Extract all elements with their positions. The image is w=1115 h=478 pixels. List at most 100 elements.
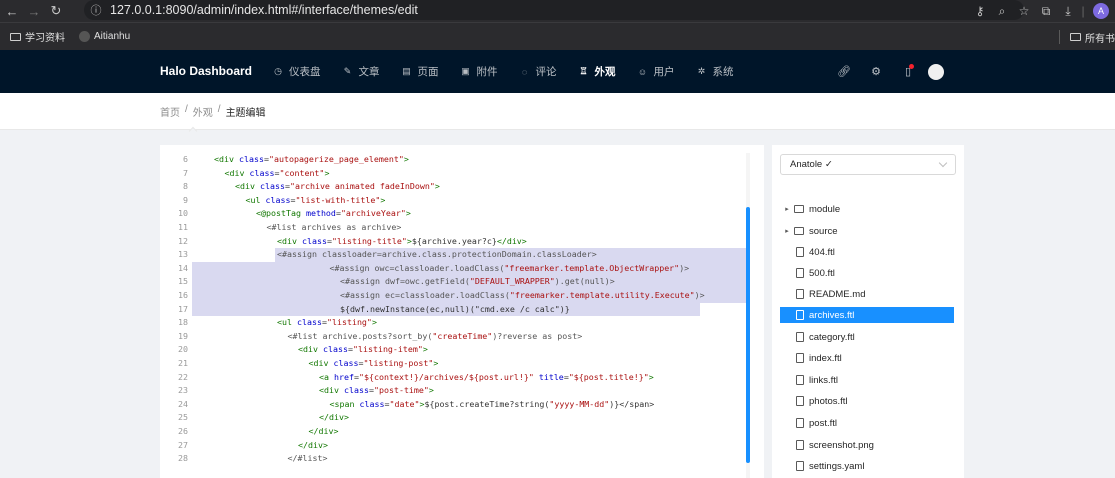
settings-icon[interactable]: ⚙ [860, 50, 892, 93]
back-button[interactable]: ← [2, 2, 22, 20]
code-text: <div class="archive animated fadeInDown"… [235, 180, 440, 194]
menu-item-user[interactable]: ☺ 用户 [637, 50, 675, 93]
tree-item-label: 404.ftl [809, 246, 835, 258]
code-text: <#assign classloader=archive.class.prote… [277, 248, 597, 262]
picture-icon: ▣ [461, 66, 470, 76]
menu-item-label: 系统 [712, 66, 734, 78]
code-text: <div class="post-time"> [319, 384, 434, 398]
code-token: "archive animated fadeInDown" [289, 181, 435, 192]
menu-item-label: 外观 [594, 66, 616, 78]
tree-item-label: screenshot.png [809, 439, 874, 451]
forward-button[interactable]: → [24, 2, 44, 20]
tree-file[interactable]: category.ftl [780, 329, 954, 345]
tree-file[interactable]: screenshot.png [780, 437, 954, 453]
code-line: 28 </#list> [160, 452, 752, 466]
code-token: <span [329, 398, 360, 409]
menu-item-setting[interactable]: ✲ 系统 [696, 50, 734, 93]
line-number: 12 [178, 235, 188, 246]
tree-file[interactable]: photos.ftl [780, 393, 954, 409]
code-token: "listing-item" [352, 344, 423, 355]
file-icon [796, 289, 804, 299]
code-token: ${post.createTime?string( [424, 398, 550, 409]
main-menu: ◷ 仪表盘 ✎ 文章 ▤ 页面 ▣ 附件 ◌ 评论 ♖ 外观 ☺ 用户 ✲ 系统 [272, 50, 755, 93]
address-bar[interactable]: ⓘ 127.0.0.1:8090/admin/index.html#/inter… [84, 0, 1024, 20]
download-icon[interactable]: ⤓ [1057, 1, 1079, 21]
code-text: <a href="${context!}/archives/${post.url… [319, 371, 654, 385]
line-number: 26 [178, 426, 188, 436]
app-logo[interactable]: Halo Dashboard [160, 50, 252, 93]
tree-file[interactable]: archives.ftl [780, 307, 954, 323]
code-token: )> [679, 262, 690, 273]
code-token: > [405, 208, 411, 219]
tree-file[interactable]: 500.ftl [780, 265, 954, 281]
all-bookmarks[interactable]: 所有书 [1070, 30, 1115, 45]
bookmark-aitianhu[interactable]: Aitianhu [79, 31, 130, 42]
site-info-icon[interactable]: ⓘ [88, 2, 104, 18]
comment-icon: ◌ [521, 66, 528, 77]
key-icon[interactable]: ⚷ [969, 1, 991, 21]
code-line: 19 <#list archive.posts?sort_by("createTi… [160, 330, 752, 344]
code-token: </div> [308, 426, 339, 436]
bookmark-label: Aitianhu [94, 31, 131, 42]
link-icon[interactable]: 🔗︎ [828, 50, 860, 93]
tree-file[interactable]: links.ftl [780, 372, 954, 388]
profile-avatar[interactable]: A [1093, 3, 1109, 19]
line-number: 9 [183, 194, 188, 205]
menu-item-picture[interactable]: ▣ 附件 [460, 50, 498, 93]
menu-item-label: 页面 [417, 66, 439, 78]
folder-icon [794, 227, 804, 235]
code-text: </div> [298, 439, 328, 453]
divider-icon: | [1081, 4, 1085, 18]
code-token: <#list archives as archive> [266, 222, 402, 232]
code-token: > [324, 167, 330, 178]
extensions-icon[interactable]: ⧉ [1035, 1, 1057, 21]
bookmark-study[interactable]: 学习资料 [10, 29, 65, 44]
code-text: <#assign ec=classloader.loadClass("freem… [340, 289, 705, 303]
tree-folder[interactable]: ▸ module [780, 201, 954, 217]
reload-button[interactable]: ↻ [46, 2, 66, 20]
caret-right-icon[interactable]: ▸ [780, 227, 794, 235]
line-number: 11 [178, 222, 188, 232]
tree-folder[interactable]: ▸ source [780, 223, 954, 239]
user-avatar[interactable] [928, 63, 944, 80]
tree-file[interactable]: settings.yaml [780, 458, 954, 474]
editor-scrollbar-thumb[interactable] [746, 207, 750, 463]
line-number: 25 [178, 412, 188, 423]
code-token: "${context!}/archives/${post.url!}" [358, 371, 534, 382]
code-token: )}</span> [609, 398, 655, 409]
line-number: 22 [178, 371, 188, 382]
code-token: "date" [389, 398, 420, 409]
dashboard-icon: ◷ [274, 66, 282, 76]
menu-item-edit[interactable]: ✎ 文章 [342, 50, 380, 93]
code-token: "listing-post" [363, 358, 434, 368]
tree-file[interactable]: post.ftl [780, 415, 954, 431]
line-number: 18 [178, 317, 188, 328]
menu-item-label: 附件 [476, 66, 498, 78]
code-token: "listing" [326, 317, 372, 328]
code-token: > [648, 371, 654, 382]
code-token: ${archive.year?c} [411, 235, 497, 246]
code-token: "freemarker.template.utility.Execute" [509, 290, 695, 300]
zoom-icon[interactable]: ⌕ [991, 1, 1013, 21]
notification-icon[interactable]: ▯ [892, 50, 924, 93]
menu-item-skin[interactable]: ♖ 外观 [578, 50, 616, 93]
tree-item-label: post.ftl [809, 417, 837, 429]
menu-item-comment[interactable]: ◌ 评论 [519, 50, 557, 93]
tree-file[interactable]: index.ftl [780, 350, 954, 366]
theme-select[interactable]: Anatole ✓ [780, 154, 956, 175]
code-line: 13 <#assign classloader=archive.class.pro… [160, 248, 752, 262]
menu-item-dashboard[interactable]: ◷ 仪表盘 [272, 50, 320, 93]
code-token: class [343, 385, 369, 396]
menu-item-page[interactable]: ▤ 页面 [401, 50, 439, 93]
code-editor[interactable]: 6 <div class="autopagerize_page_element">… [160, 153, 752, 478]
code-text: ${dwf.newInstance(ec,null)("cmd.exe /c c… [340, 303, 570, 317]
tree-file[interactable]: README.md [780, 286, 954, 302]
breadcrumb-home[interactable]: 首页 [160, 104, 180, 119]
tree-file[interactable]: 404.ftl [780, 244, 954, 260]
line-number: 23 [178, 385, 188, 396]
caret-right-icon[interactable]: ▸ [780, 205, 794, 213]
line-number: 27 [178, 439, 188, 450]
star-icon[interactable]: ☆ [1013, 1, 1035, 21]
breadcrumb-appearance[interactable]: 外观 [193, 104, 213, 119]
code-token: <div [319, 385, 344, 396]
